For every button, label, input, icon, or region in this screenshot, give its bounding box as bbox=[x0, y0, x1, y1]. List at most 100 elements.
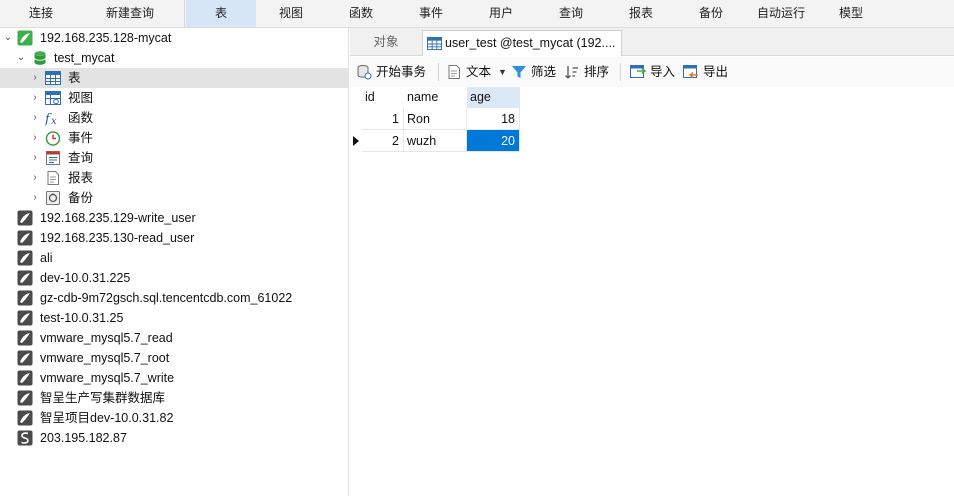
tree-connection[interactable]: 智呈生产写集群数据库 bbox=[0, 388, 348, 408]
tree-label: 事件 bbox=[68, 131, 94, 145]
chevron-right-icon[interactable]: › bbox=[30, 128, 40, 148]
dropdown-arrow-icon: ▼ bbox=[498, 67, 507, 77]
menu-backup[interactable]: 备份 bbox=[676, 0, 746, 27]
menu-new-query[interactable]: 新建查询 bbox=[82, 0, 178, 27]
tab-table-user-test[interactable]: user_test @test_mycat (192.... bbox=[422, 30, 622, 56]
filter-button[interactable]: 筛选 bbox=[511, 61, 561, 83]
tree-item-queries[interactable]: › 查询 bbox=[0, 148, 348, 168]
backup-icon bbox=[45, 190, 61, 206]
menu-function[interactable]: 函数 bbox=[326, 0, 396, 27]
cell-name[interactable]: Ron bbox=[404, 108, 467, 130]
chevron-right-icon[interactable]: › bbox=[30, 68, 40, 88]
toolbar-separator bbox=[438, 63, 439, 81]
tree-connection[interactable]: ali bbox=[0, 248, 348, 268]
table-toolbar: 开始事务 文本 ▼ 筛选 排序 导入 导出 bbox=[350, 57, 954, 87]
chevron-right-icon[interactable]: › bbox=[30, 148, 40, 168]
tree-label: 203.195.182.87 bbox=[40, 431, 127, 445]
text-view-button[interactable]: 文本 ▼ bbox=[446, 61, 507, 83]
cell-name[interactable]: wuzh bbox=[404, 130, 467, 152]
tree-connection[interactable]: vmware_mysql5.7_read bbox=[0, 328, 348, 348]
mysql-connection-icon bbox=[17, 330, 33, 346]
import-button[interactable]: 导入 bbox=[630, 61, 678, 83]
mysql-connection-icon bbox=[17, 290, 33, 306]
mysql-connection-icon bbox=[17, 390, 33, 406]
chevron-right-icon[interactable]: › bbox=[30, 188, 40, 208]
svg-text:x: x bbox=[51, 116, 57, 126]
tab-bar: 对象 user_test @test_mycat (192.... bbox=[350, 28, 954, 56]
database-icon bbox=[32, 50, 48, 66]
tab-objects[interactable]: 对象 bbox=[350, 30, 422, 56]
tree-label: 智呈生产写集群数据库 bbox=[40, 391, 166, 405]
chevron-down-icon[interactable]: ⌄ bbox=[16, 48, 26, 68]
begin-transaction-button[interactable]: 开始事务 bbox=[356, 61, 434, 83]
tree-item-views[interactable]: › 视图 bbox=[0, 88, 348, 108]
tree-database[interactable]: ⌄ test_mycat bbox=[0, 48, 348, 68]
mysql-connection-icon bbox=[17, 230, 33, 246]
menu-user[interactable]: 用户 bbox=[466, 0, 536, 27]
menu-automation[interactable]: 自动运行 bbox=[746, 0, 816, 27]
connection-tree: ⌄ 192.168.235.128-mycat ⌄ test_mycat › 表… bbox=[0, 28, 349, 496]
menu-model[interactable]: 模型 bbox=[816, 0, 886, 27]
menu-connect[interactable]: 连接 bbox=[0, 0, 82, 27]
tree-label: dev-10.0.31.225 bbox=[40, 271, 131, 285]
tree-label: 智呈项目dev-10.0.31.82 bbox=[40, 411, 174, 425]
filter-icon bbox=[512, 66, 526, 78]
query-icon bbox=[45, 150, 61, 166]
chevron-down-icon[interactable]: ⌄ bbox=[3, 28, 13, 48]
mssql-connection-icon bbox=[17, 430, 33, 446]
table-icon bbox=[45, 70, 61, 86]
tree-connection[interactable]: test-10.0.31.25 bbox=[0, 308, 348, 328]
menu-view[interactable]: 视图 bbox=[256, 0, 326, 27]
mysql-connection-icon bbox=[17, 410, 33, 426]
mysql-connection-icon bbox=[17, 350, 33, 366]
tree-connection[interactable]: 192.168.235.130-read_user bbox=[0, 228, 348, 248]
row-marker[interactable] bbox=[350, 108, 362, 130]
mysql-connection-icon bbox=[17, 370, 33, 386]
cell-age-selected[interactable]: 20 bbox=[467, 130, 520, 152]
tree-connection[interactable]: 192.168.235.129-write_user bbox=[0, 208, 348, 228]
tree-label: 报表 bbox=[68, 171, 94, 185]
column-header-id[interactable]: id bbox=[362, 87, 404, 108]
data-grid: id name age 1 Ron 18 2 wuzh 20 bbox=[350, 87, 954, 496]
tree-label: gz-cdb-9m72gsch.sql.tencentcdb.com_61022 bbox=[40, 291, 293, 305]
cell-id[interactable]: 2 bbox=[362, 130, 404, 152]
tree-item-functions[interactable]: › fx 函数 bbox=[0, 108, 348, 128]
tree-connection[interactable]: 智呈项目dev-10.0.31.82 bbox=[0, 408, 348, 428]
tree-label: 备份 bbox=[68, 191, 94, 205]
chevron-right-icon[interactable]: › bbox=[30, 168, 40, 188]
mysql-connection-icon bbox=[17, 310, 33, 326]
tree-label: test-10.0.31.25 bbox=[40, 311, 124, 325]
menu-separator bbox=[184, 0, 185, 27]
cell-id[interactable]: 1 bbox=[362, 108, 404, 130]
menu-query[interactable]: 查询 bbox=[536, 0, 606, 27]
cell-age[interactable]: 18 bbox=[467, 108, 520, 130]
tree-item-backups[interactable]: › 备份 bbox=[0, 188, 348, 208]
export-button[interactable]: 导出 bbox=[683, 61, 731, 83]
tree-item-tables[interactable]: › 表 bbox=[0, 68, 348, 88]
menu-table[interactable]: 表 bbox=[186, 0, 256, 27]
current-row-marker[interactable] bbox=[350, 130, 362, 152]
tree-label: test_mycat bbox=[54, 51, 115, 65]
tree-connection[interactable]: dev-10.0.31.225 bbox=[0, 268, 348, 288]
tree-connection-root[interactable]: ⌄ 192.168.235.128-mycat bbox=[0, 28, 348, 48]
tree-label: vmware_mysql5.7_write bbox=[40, 371, 175, 385]
import-icon bbox=[630, 65, 646, 78]
menu-event[interactable]: 事件 bbox=[396, 0, 466, 27]
pane-divider[interactable] bbox=[348, 28, 349, 496]
column-header-age[interactable]: age bbox=[467, 87, 520, 108]
chevron-right-icon[interactable]: › bbox=[30, 108, 40, 128]
tree-item-reports[interactable]: › 报表 bbox=[0, 168, 348, 188]
tree-connection[interactable]: vmware_mysql5.7_root bbox=[0, 348, 348, 368]
toolbar-separator bbox=[620, 63, 621, 81]
view-icon bbox=[45, 90, 61, 106]
chevron-right-icon[interactable]: › bbox=[30, 88, 40, 108]
menu-bar: 连接 新建查询 表 视图 函数 事件 用户 查询 报表 备份 自动运行 模型 bbox=[0, 0, 954, 28]
menu-report[interactable]: 报表 bbox=[606, 0, 676, 27]
column-header-name[interactable]: name bbox=[404, 87, 467, 108]
tree-connection[interactable]: vmware_mysql5.7_write bbox=[0, 368, 348, 388]
tree-connection[interactable]: gz-cdb-9m72gsch.sql.tencentcdb.com_61022 bbox=[0, 288, 348, 308]
tree-connection[interactable]: 203.195.182.87 bbox=[0, 428, 348, 448]
event-icon bbox=[45, 130, 61, 146]
tree-item-events[interactable]: › 事件 bbox=[0, 128, 348, 148]
sort-button[interactable]: 排序 bbox=[564, 61, 614, 83]
